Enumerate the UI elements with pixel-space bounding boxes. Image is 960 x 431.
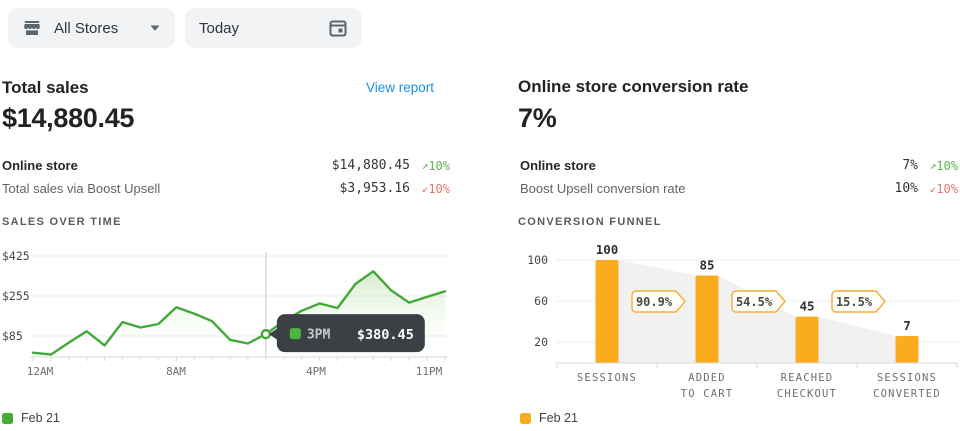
bar-value-label: 7 (903, 318, 911, 333)
metric-value: $14,880.45 (332, 158, 410, 173)
conversion-rate-badge-label: 15.5% (836, 295, 873, 309)
calendar-icon (328, 18, 348, 38)
y-axis-tick-label: 60 (534, 294, 548, 308)
y-axis-tick-label: $255 (2, 289, 30, 303)
conversion-funnel-label: CONVERSION FUNNEL (518, 216, 662, 228)
trend-up-icon: ↗ (930, 159, 937, 172)
total-sales-metric-rows: Online store $14,880.45 ↗10% Total sales… (2, 154, 450, 200)
category-label: CONVERTED (873, 388, 941, 400)
category-label: CHECKOUT (777, 388, 837, 400)
funnel-bar[interactable] (796, 317, 819, 363)
store-selector-label: All Stores (54, 20, 118, 37)
metric-row-boost-upsell-sales: Total sales via Boost Upsell $3,953.16 ↙… (2, 177, 450, 200)
funnel-chart-legend: Feb 21 (520, 411, 578, 425)
y-axis-tick-label: 20 (534, 335, 548, 349)
y-axis-tick-label: $85 (2, 329, 23, 343)
sales-line-chart[interactable]: $425 $255 $85 12AM 8AM 4PM 11PM 3PM $380.45 (0, 240, 460, 392)
metric-label: Boost Upsell conversion rate (520, 181, 895, 196)
date-selector-label: Today (199, 20, 239, 37)
conversion-metric-rows: Online store 7% ↗10% Boost Upsell conver… (520, 154, 958, 200)
metric-label: Online store (520, 158, 902, 173)
total-sales-title: Total sales (2, 78, 89, 98)
date-selector-button[interactable]: Today (185, 8, 362, 48)
metric-label: Online store (2, 158, 332, 173)
x-axis-tick-label: 12AM (27, 365, 54, 378)
metric-delta-down: ↙10% (416, 182, 450, 196)
storefront-icon (22, 18, 42, 38)
y-axis-tick-label: 100 (527, 253, 548, 267)
view-report-link[interactable]: View report (366, 80, 434, 95)
total-sales-big-value: $14,880.45 (2, 103, 134, 134)
metric-row-online-store-rate: Online store 7% ↗10% (520, 154, 958, 177)
metric-value: 7% (902, 158, 918, 173)
bar-value-label: 85 (699, 257, 714, 272)
category-label: TO CART (681, 388, 734, 400)
metric-delta-up: ↗10% (924, 159, 958, 173)
hovered-data-point (262, 330, 270, 338)
sales-over-time-label: SALES OVER TIME (2, 216, 122, 228)
conversion-funnel-chart[interactable]: 100 60 20 100 85 45 7 90.9% 54.5% 15.5% SESSIONS AD… (518, 240, 960, 405)
bar-value-label: 100 (596, 242, 619, 257)
store-selector-button[interactable]: All Stores (8, 8, 175, 48)
category-label: ADDED (688, 372, 726, 384)
category-label: SESSIONS (877, 372, 937, 384)
metric-value: $3,953.16 (340, 181, 410, 196)
conversion-rate-title: Online store conversion rate (518, 77, 749, 97)
conversion-rate-badge-label: 90.9% (636, 295, 673, 309)
category-label: REACHED (781, 372, 834, 384)
x-axis-tick-label: 4PM (306, 365, 326, 378)
trend-down-icon: ↙ (930, 182, 937, 195)
metric-row-online-store-sales: Online store $14,880.45 ↗10% (2, 154, 450, 177)
trend-down-icon: ↙ (422, 182, 429, 195)
chart-tooltip: 3PM $380.45 (269, 314, 425, 352)
metric-value: 10% (895, 181, 918, 196)
tooltip-series-swatch (290, 328, 301, 339)
legend-swatch-green (2, 413, 13, 424)
category-label: SESSIONS (577, 372, 637, 384)
legend-swatch-orange (520, 413, 531, 424)
conversion-rate-badge-label: 54.5% (736, 295, 773, 309)
metric-delta-down: ↙10% (924, 182, 958, 196)
x-axis-tick-label: 8AM (166, 365, 186, 378)
trend-up-icon: ↗ (422, 159, 429, 172)
y-axis-tick-label: $425 (2, 249, 30, 263)
funnel-bar[interactable] (596, 260, 619, 363)
legend-label: Feb 21 (21, 411, 60, 425)
funnel-bar[interactable] (696, 275, 719, 363)
legend-label: Feb 21 (539, 411, 578, 425)
chevron-down-icon (149, 24, 161, 32)
bar-value-label: 45 (799, 299, 814, 314)
tooltip-time: 3PM (307, 328, 331, 343)
metric-label: Total sales via Boost Upsell (2, 181, 340, 196)
sales-chart-legend: Feb 21 (2, 411, 60, 425)
x-axis-tick-label: 11PM (416, 365, 443, 378)
metric-row-boost-upsell-rate: Boost Upsell conversion rate 10% ↙10% (520, 177, 958, 200)
metric-delta-up: ↗10% (416, 159, 450, 173)
analytics-dashboard: All Stores Today Total sales View report… (0, 0, 960, 431)
tooltip-value: $380.45 (357, 327, 414, 343)
conversion-rate-big-value: 7% (518, 103, 556, 134)
funnel-bar[interactable] (896, 336, 919, 363)
